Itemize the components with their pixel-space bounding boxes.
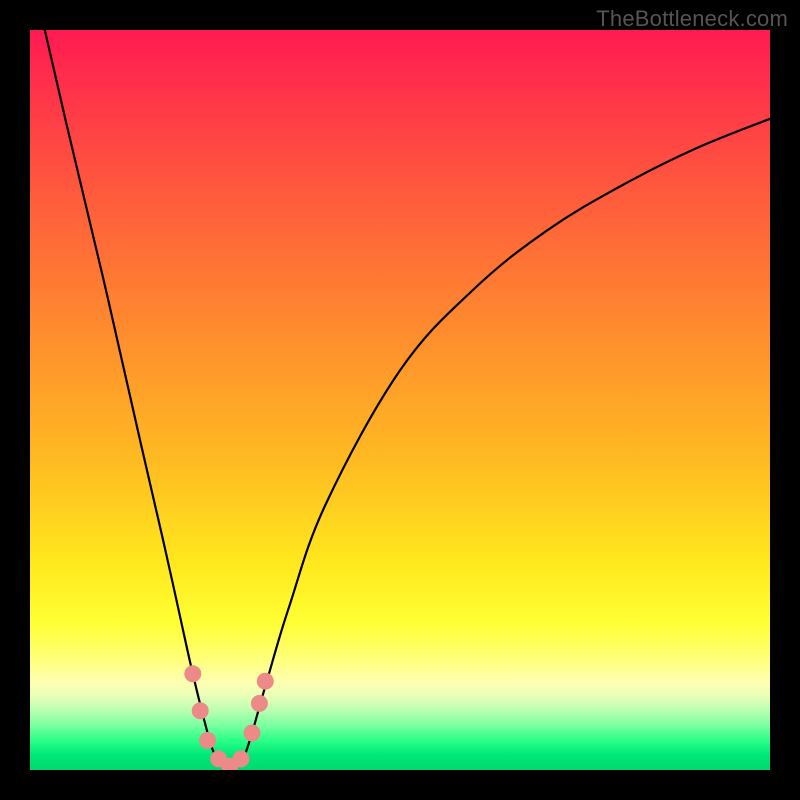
highlight-dot (210, 750, 227, 767)
chart-plot-area (30, 30, 770, 770)
highlight-dot (184, 665, 201, 682)
highlight-dot (257, 673, 274, 690)
highlight-dot (199, 732, 216, 749)
highlight-dot (192, 702, 209, 719)
highlight-markers (184, 665, 273, 770)
bottleneck-curve-path (45, 30, 770, 770)
bottleneck-curve-svg (30, 30, 770, 770)
highlight-dot (232, 750, 249, 767)
highlight-dot (251, 695, 268, 712)
watermark-text: TheBottleneck.com (596, 6, 788, 32)
highlight-dot (221, 758, 238, 770)
highlight-dot (244, 725, 261, 742)
